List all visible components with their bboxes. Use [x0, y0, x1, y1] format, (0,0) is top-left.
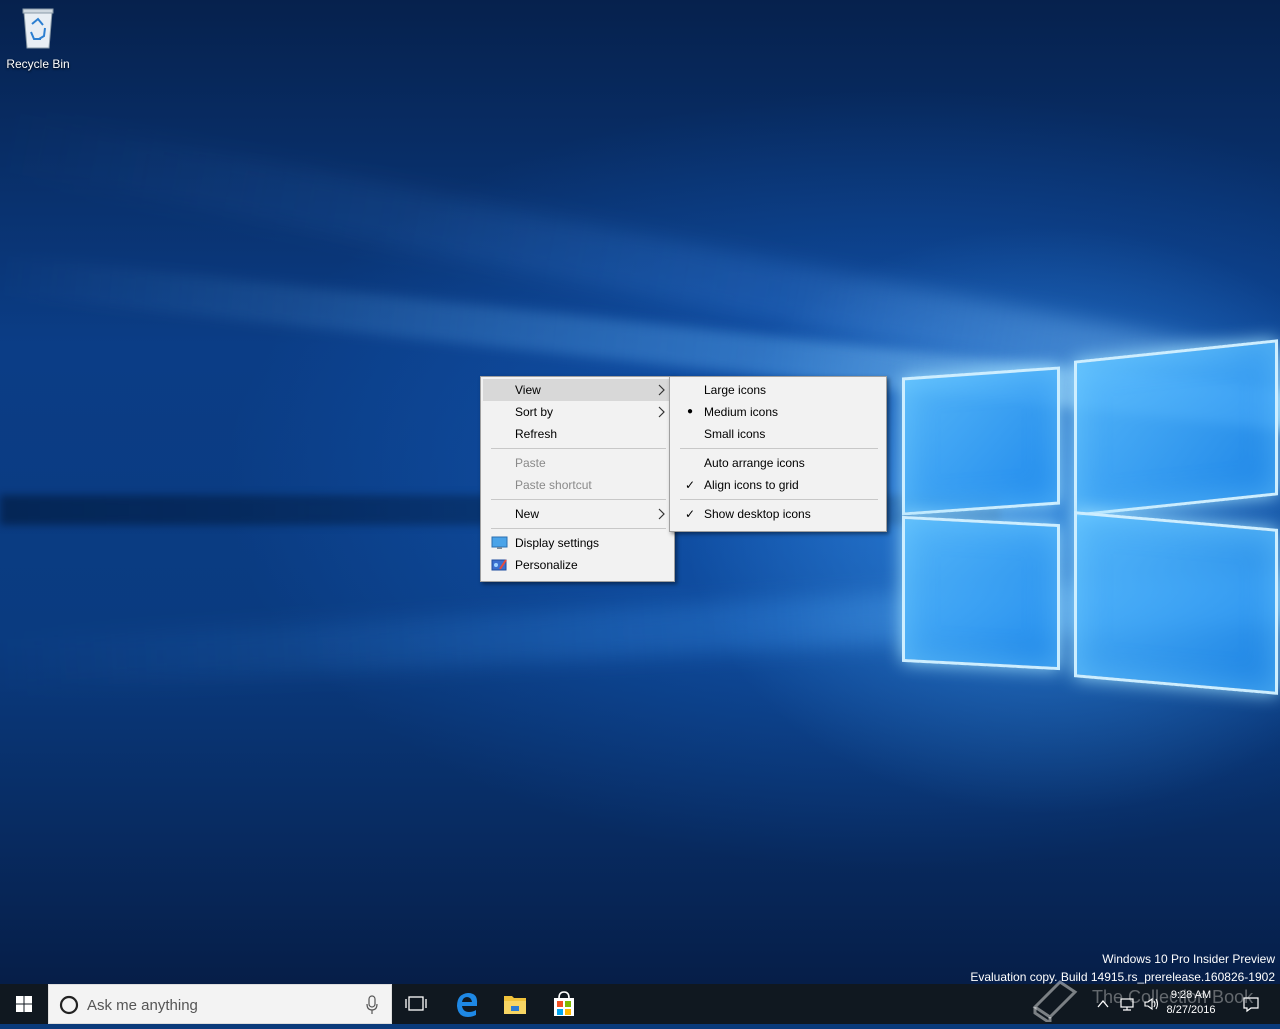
checkmark-icon: ✓: [684, 507, 696, 521]
menu-item-label: Auto arrange icons: [704, 456, 805, 470]
context-menu: View Sort by Refresh Paste Paste shortcu…: [480, 376, 675, 582]
menu-item-personalize[interactable]: Personalize: [483, 554, 672, 576]
personalize-icon: [491, 559, 507, 571]
menu-item-label: Sort by: [515, 405, 554, 419]
wallpaper-window-pane: [902, 515, 1060, 671]
desktop-icon-recycle-bin[interactable]: Recycle Bin: [2, 6, 74, 71]
book-logo-icon: [1032, 980, 1078, 1022]
cortana-icon: [59, 995, 79, 1015]
menu-item-show-desktop-icons[interactable]: ✓ Show desktop icons: [672, 503, 884, 525]
menu-item-sort-by[interactable]: Sort by: [483, 401, 672, 423]
view-submenu: Large icons ● Medium icons Small icons A…: [669, 376, 887, 532]
search-input[interactable]: [85, 993, 359, 1017]
menu-item-label: View: [515, 383, 541, 397]
menu-item-refresh[interactable]: Refresh: [483, 423, 672, 445]
file-explorer-icon: [504, 996, 526, 1014]
menu-item-label: Personalize: [515, 558, 578, 572]
radio-bullet-icon: ●: [686, 406, 694, 417]
wallpaper-window-pane: [1074, 339, 1278, 517]
recycle-bin-icon: [22, 8, 54, 49]
menu-item-label: Paste shortcut: [515, 478, 592, 492]
cortana-search-box[interactable]: [48, 984, 392, 1024]
taskbar-store-button[interactable]: [540, 984, 588, 1024]
task-view-button[interactable]: [392, 984, 440, 1024]
chevron-right-icon: [658, 406, 665, 418]
taskbar-file-explorer-button[interactable]: [491, 984, 539, 1024]
menu-item-large-icons[interactable]: Large icons: [672, 379, 884, 401]
menu-item-label: Show desktop icons: [704, 507, 811, 521]
overlay-watermark-text: The Collection Book: [1092, 987, 1254, 1007]
menu-item-display-settings[interactable]: Display settings: [483, 532, 672, 554]
watermark-edition: Windows 10 Pro Insider Preview: [1102, 952, 1275, 966]
menu-separator: [491, 448, 666, 449]
microphone-icon[interactable]: [365, 995, 379, 1015]
menu-item-medium-icons[interactable]: ● Medium icons: [672, 401, 884, 423]
menu-separator: [491, 499, 666, 500]
overlay-watermark: The Collection Book: [1030, 975, 1260, 1025]
menu-separator: [491, 528, 666, 529]
menu-item-auto-arrange-icons[interactable]: Auto arrange icons: [672, 452, 884, 474]
menu-item-paste-shortcut[interactable]: Paste shortcut: [483, 474, 672, 496]
menu-separator: [680, 499, 878, 500]
menu-item-label: Paste: [515, 456, 546, 470]
menu-item-paste[interactable]: Paste: [483, 452, 672, 474]
wallpaper-window-pane: [1074, 511, 1278, 695]
edge-icon: [457, 993, 478, 1017]
desktop[interactable]: Recycle Bin View Sort by Refresh Paste P…: [0, 0, 1280, 984]
menu-item-new[interactable]: New: [483, 503, 672, 525]
windows-logo-icon: [16, 996, 32, 1012]
chevron-right-icon: [658, 384, 665, 396]
menu-item-align-icons-to-grid[interactable]: ✓ Align icons to grid: [672, 474, 884, 496]
menu-item-label: Align icons to grid: [704, 478, 799, 492]
menu-item-label: Refresh: [515, 427, 558, 441]
menu-item-label: Large icons: [704, 383, 767, 397]
store-icon: [554, 991, 574, 1016]
menu-item-label: Medium icons: [704, 405, 779, 419]
chevron-right-icon: [658, 508, 665, 520]
menu-item-label: New: [515, 507, 540, 521]
menu-item-label: Small icons: [704, 427, 766, 441]
taskbar-edge-button[interactable]: [443, 984, 491, 1024]
wallpaper-window-pane: [902, 366, 1060, 516]
menu-separator: [680, 448, 878, 449]
menu-item-label: Display settings: [515, 536, 600, 550]
desktop-icon-label: Recycle Bin: [6, 57, 70, 71]
menu-item-small-icons[interactable]: Small icons: [672, 423, 884, 445]
menu-item-view[interactable]: View: [483, 379, 672, 401]
display-settings-icon: [491, 536, 508, 549]
start-button[interactable]: [0, 984, 48, 1024]
checkmark-icon: ✓: [684, 478, 696, 492]
task-view-icon: [405, 996, 427, 1011]
